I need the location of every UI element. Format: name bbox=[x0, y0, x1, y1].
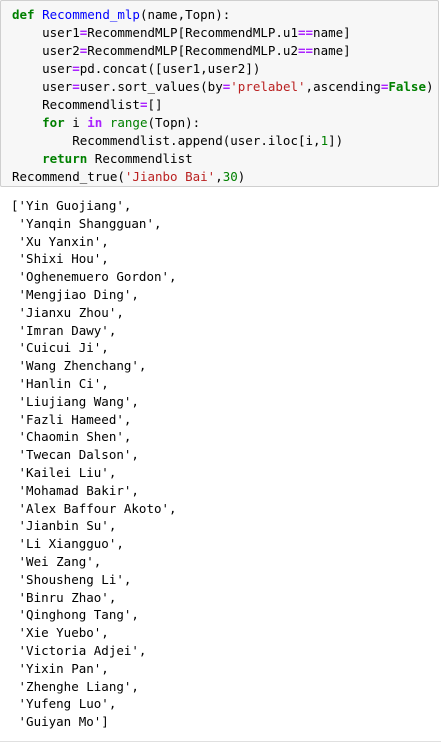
output-line: 'Hanlin Ci', bbox=[11, 375, 109, 391]
output-line: 'Liujiang Wang', bbox=[11, 393, 139, 409]
code-line: return Recommendlist bbox=[12, 150, 434, 168]
code-token: ]) bbox=[328, 133, 344, 148]
code-token: Recommendlist.append(user.iloc[i, bbox=[12, 133, 321, 148]
code-token: [] bbox=[147, 97, 163, 112]
code-editor[interactable]: def Recommend_mlp(name,Topn): user1=Reco… bbox=[12, 6, 434, 186]
output-line: 'Binru Zhao', bbox=[11, 589, 117, 605]
output-line: 'Imran Dawy', bbox=[11, 322, 117, 338]
output-line: 'Alex Baffour Akoto', bbox=[11, 500, 177, 516]
code-token: 1 bbox=[320, 133, 329, 148]
code-token: = bbox=[72, 79, 80, 94]
code-cell[interactable]: def Recommend_mlp(name,Topn): user1=Reco… bbox=[0, 0, 439, 187]
code-token: range bbox=[109, 115, 148, 130]
code-token: RecommendMLP[RecommendMLP.u1 bbox=[87, 25, 298, 40]
output-line: 'Shousheng Li', bbox=[11, 571, 132, 587]
output-line: 'Yufeng Luo', bbox=[11, 696, 117, 712]
output-line: 'Jianxu Zhou', bbox=[11, 304, 124, 320]
output-line: 'Oghenemuero Gordon', bbox=[11, 269, 177, 285]
output-line: 'Fazli Hameed', bbox=[11, 411, 132, 427]
code-line: for i in range(Topn): bbox=[12, 114, 434, 132]
output-line: 'Guiyan Mo'] bbox=[11, 714, 109, 730]
code-token: ) bbox=[425, 79, 434, 94]
code-token: RecommendMLP[RecommendMLP.u2 bbox=[87, 43, 298, 58]
output-line: 'Chaomin Shen', bbox=[11, 429, 132, 445]
output-line: 'Victoria Adjei', bbox=[11, 642, 147, 658]
output-line: 'Yixin Pan', bbox=[11, 660, 109, 676]
output-line: 'Wei Zang', bbox=[11, 553, 102, 569]
code-token: pd.concat([user1,user2]) bbox=[79, 61, 261, 76]
code-token: False bbox=[388, 79, 426, 94]
code-token: in bbox=[87, 115, 103, 130]
code-line: Recommendlist.append(user.iloc[i,1]) bbox=[12, 132, 434, 150]
output-line: 'Wang Zhenchang', bbox=[11, 358, 147, 374]
code-token: Recommendlist bbox=[12, 97, 140, 112]
code-token: user.sort_values(by bbox=[79, 79, 223, 94]
output-line: 'Mohamad Bakir', bbox=[11, 482, 139, 498]
code-token: Recommend_true( bbox=[12, 169, 125, 184]
code-line: user1=RecommendMLP[RecommendMLP.u1==name… bbox=[12, 24, 434, 42]
code-line: Recommend_true('Jianbo Bai',30) bbox=[12, 168, 434, 186]
code-token: name] bbox=[313, 43, 351, 58]
code-line: user2=RecommendMLP[RecommendMLP.u2==name… bbox=[12, 42, 434, 60]
code-token: 30 bbox=[222, 169, 238, 184]
output-area: ['Yin Guojiang', 'Yanqin Shangguan', 'Xu… bbox=[11, 197, 177, 731]
output-line: 'Cuicui Ji', bbox=[11, 340, 109, 356]
output-line: 'Kailei Liu', bbox=[11, 464, 117, 480]
output-line: 'Yanqin Shangguan', bbox=[11, 215, 162, 231]
code-line: user=user.sort_values(by='prelabel',asce… bbox=[12, 78, 434, 96]
output-line: 'Mengjiao Ding', bbox=[11, 286, 139, 302]
code-token: user bbox=[12, 61, 73, 76]
output-line: 'Qinghong Tang', bbox=[11, 607, 139, 623]
code-token: 'Jianbo Bai' bbox=[124, 169, 216, 184]
code-token: user2 bbox=[12, 43, 80, 58]
code-token: == bbox=[297, 43, 314, 58]
code-token: return bbox=[42, 151, 88, 166]
output-line: 'Twecan Dalson', bbox=[11, 447, 139, 463]
code-line: def Recommend_mlp(name,Topn): bbox=[12, 6, 434, 24]
code-token: def bbox=[12, 7, 43, 22]
code-token: ,ascending bbox=[305, 79, 381, 94]
divider bbox=[0, 741, 441, 742]
code-token: user1 bbox=[12, 25, 80, 40]
code-token: name] bbox=[313, 25, 351, 40]
code-token: = bbox=[72, 61, 80, 76]
output-line: 'Xu Yanxin', bbox=[11, 233, 109, 249]
code-line: user=pd.concat([user1,user2]) bbox=[12, 60, 434, 78]
code-token: user bbox=[12, 79, 73, 94]
output-line: ['Yin Guojiang', bbox=[11, 198, 132, 213]
code-token: i bbox=[64, 115, 88, 130]
code-token: ) bbox=[237, 169, 246, 184]
code-token: , bbox=[215, 169, 223, 184]
output-line: 'Xie Yuebo', bbox=[11, 625, 109, 641]
code-token: Recommend_mlp bbox=[42, 7, 140, 22]
code-line: Recommendlist=[] bbox=[12, 96, 434, 114]
code-token: == bbox=[297, 25, 314, 40]
code-token: for bbox=[42, 115, 65, 130]
code-token: (Topn): bbox=[147, 115, 201, 130]
code-token: 'prelabel' bbox=[230, 79, 306, 94]
output-line: 'Zhenghe Liang', bbox=[11, 678, 139, 694]
output-line: 'Jianbin Su', bbox=[11, 518, 117, 534]
code-token: (name,Topn): bbox=[139, 7, 231, 22]
output-line: 'Shixi Hou', bbox=[11, 251, 109, 267]
code-token: Recommendlist bbox=[87, 151, 193, 166]
output-line: 'Li Xiangguo', bbox=[11, 536, 124, 552]
